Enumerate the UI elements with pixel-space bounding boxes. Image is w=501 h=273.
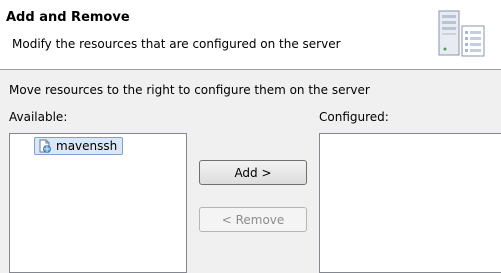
configured-label: Configured: (319, 110, 389, 124)
available-item-label: mavenssh (56, 139, 118, 153)
available-label: Available: (9, 110, 68, 124)
wizard-header: Add and Remove Modify the resources that… (0, 0, 501, 70)
add-button[interactable]: Add > (199, 160, 307, 185)
available-item-mavenssh[interactable]: mavenssh (34, 137, 124, 155)
page-title: Add and Remove (6, 10, 130, 25)
configured-list[interactable] (319, 133, 501, 273)
available-list[interactable]: mavenssh (9, 133, 187, 273)
remove-button[interactable]: < Remove (199, 207, 307, 232)
server-banner-icon (436, 9, 496, 61)
page-description: Modify the resources that are configured… (12, 37, 341, 51)
web-project-icon (38, 139, 52, 153)
instruction-text: Move resources to the right to configure… (9, 83, 370, 97)
